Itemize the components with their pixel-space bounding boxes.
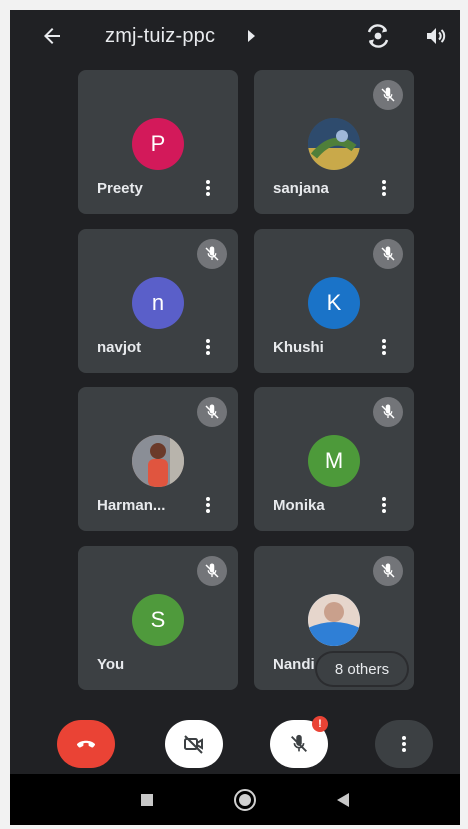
end-call-button[interactable] <box>57 720 115 768</box>
participant-name: Khushi <box>273 339 324 356</box>
more-options-icon[interactable] <box>204 178 212 200</box>
mic-off-icon <box>373 239 403 269</box>
mic-off-icon <box>291 734 307 752</box>
participant-tile[interactable]: P Preety <box>78 70 238 214</box>
others-button[interactable]: 8 others <box>317 653 407 685</box>
recent-apps-icon[interactable] <box>141 794 153 806</box>
more-options-icon[interactable] <box>204 337 212 359</box>
mic-off-icon <box>373 556 403 586</box>
participant-name: Monika <box>273 497 325 514</box>
more-options-icon[interactable] <box>380 495 388 517</box>
participant-name: Preety <box>97 180 143 197</box>
camera-toggle-button[interactable] <box>165 720 223 768</box>
mic-toggle-button[interactable]: ! <box>270 716 328 768</box>
switch-camera-icon[interactable] <box>365 23 391 49</box>
speaker-icon[interactable] <box>424 24 448 48</box>
participant-tile[interactable]: n navjot <box>78 229 238 373</box>
top-bar: zmj-tuiz-ppc <box>10 10 460 66</box>
mic-off-icon <box>373 397 403 427</box>
hang-up-icon <box>76 740 96 748</box>
more-options-icon[interactable] <box>204 495 212 517</box>
system-nav-bar <box>10 774 460 825</box>
mic-off-icon <box>197 556 227 586</box>
more-vert-icon <box>402 734 406 754</box>
avatar: K <box>308 277 360 329</box>
participant-name: Nandi <box>273 656 315 673</box>
caret-right-icon[interactable] <box>248 30 255 42</box>
participant-name: You <box>97 656 125 673</box>
participant-tile[interactable]: sanjana <box>254 70 414 214</box>
avatar: M <box>308 435 360 487</box>
participant-name: navjot <box>97 339 142 356</box>
participant-name: sanjana <box>273 180 329 197</box>
avatar-photo <box>132 435 184 487</box>
more-options-icon[interactable] <box>380 178 388 200</box>
participant-tile-self[interactable]: S You <box>78 546 238 690</box>
avatar: P <box>132 118 184 170</box>
home-icon[interactable] <box>234 789 256 811</box>
avatar-photo <box>308 594 360 646</box>
nav-back-icon[interactable] <box>337 793 349 807</box>
participant-tile[interactable]: Harman... <box>78 387 238 531</box>
avatar-photo <box>308 118 360 170</box>
mic-off-icon <box>373 80 403 110</box>
more-options-icon[interactable] <box>380 337 388 359</box>
call-controls: ! <box>10 702 460 774</box>
meet-screen: zmj-tuiz-ppc P Preety sanjana n navjot K… <box>10 10 460 825</box>
camera-off-icon <box>184 735 203 754</box>
avatar: S <box>132 594 184 646</box>
mic-off-icon <box>197 397 227 427</box>
mic-off-icon <box>197 239 227 269</box>
participant-tile[interactable]: K Khushi <box>254 229 414 373</box>
avatar: n <box>132 277 184 329</box>
back-arrow-icon[interactable] <box>40 24 64 48</box>
participant-tile[interactable]: M Monika <box>254 387 414 531</box>
participant-name: Harman... <box>97 497 166 514</box>
meeting-code-title[interactable]: zmj-tuiz-ppc <box>105 25 215 48</box>
alert-badge: ! <box>312 716 328 732</box>
more-options-button[interactable] <box>375 720 433 768</box>
